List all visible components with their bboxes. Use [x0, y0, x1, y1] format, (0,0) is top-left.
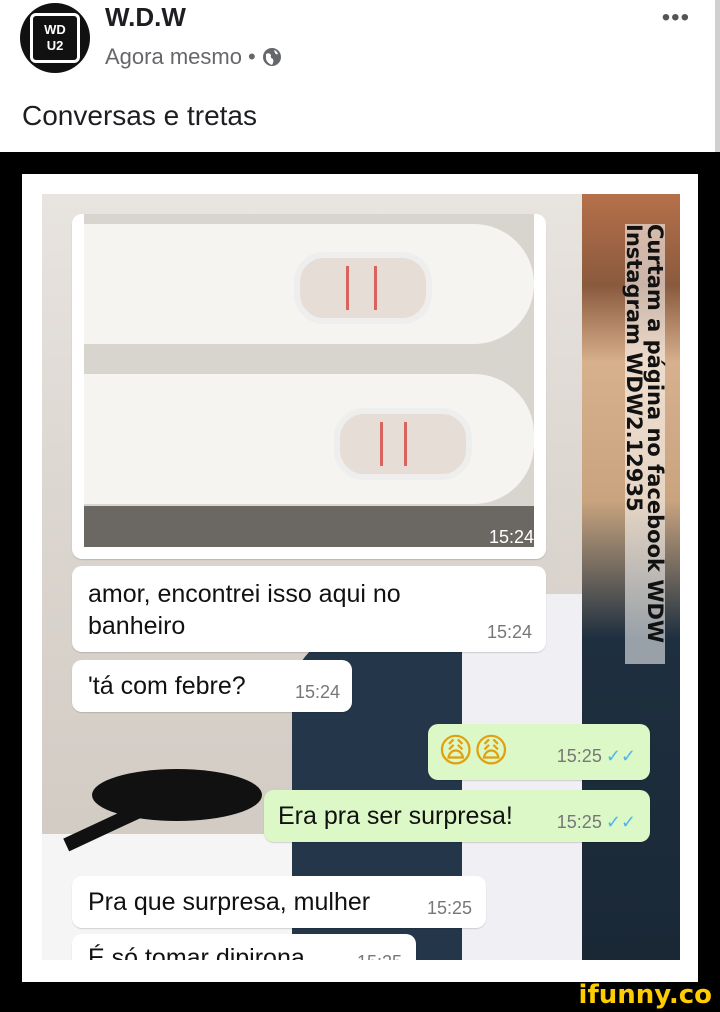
- meta-separator: •: [247, 44, 256, 69]
- logo-text-top: WD: [44, 22, 66, 37]
- test-line: [404, 422, 407, 466]
- post-image-frame: 15:24 amor, encontrei isso aqui no banhe…: [0, 152, 720, 1012]
- message-text: Pra que surpresa, mulher: [88, 888, 371, 916]
- logo-text-bottom: U2: [46, 38, 64, 53]
- photo-border: 15:24 amor, encontrei isso aqui no banhe…: [22, 174, 698, 982]
- image-timestamp: 15:24: [488, 527, 534, 547]
- message-bubble-in[interactable]: 'tá com febre? 15:24: [72, 660, 352, 712]
- test-line: [374, 266, 377, 310]
- watermark-line-1: Curtam a página no facebook WDW: [643, 224, 667, 644]
- test-shadow: [84, 506, 534, 547]
- message-text: É só tomar dipirona: [88, 944, 305, 960]
- message-bubble-out[interactable]: 😩😩 15:25 ✓✓: [428, 724, 650, 780]
- message-text: Era pra ser surpresa!: [278, 802, 513, 830]
- post-caption: Conversas e tretas: [22, 100, 257, 131]
- tired-face-emoji: 😩😩: [438, 731, 509, 771]
- message-text: amor, encontrei isso aqui no: [88, 580, 401, 608]
- message-time-value: 15:25: [556, 746, 602, 766]
- message-time-value: 15:25: [556, 812, 602, 832]
- test-window: [334, 408, 472, 480]
- test-window: [294, 252, 432, 324]
- message-time: 15:24: [294, 682, 340, 702]
- message-time: 15:25 ✓✓: [557, 746, 636, 767]
- message-bubble-in[interactable]: amor, encontrei isso aqui no banheiro 15…: [72, 566, 546, 652]
- message-time: 15:25: [426, 898, 472, 918]
- pregnancy-test-top: [84, 224, 534, 344]
- pregnancy-test-bottom: [84, 374, 534, 504]
- message-text: banheiro: [88, 612, 186, 640]
- scrollbar[interactable]: [715, 0, 720, 152]
- page-logo: WD U2: [30, 13, 80, 63]
- watermark-line-2: Instagram WDW2.12935: [622, 224, 646, 512]
- message-bubble-in[interactable]: Pra que surpresa, mulher 15:25: [72, 876, 486, 928]
- message-text: 'tá com febre?: [88, 672, 246, 700]
- message-time: 15:25 ✓✓: [557, 812, 636, 833]
- test-line: [380, 422, 383, 466]
- post-timestamp[interactable]: Agora mesmo: [105, 44, 242, 70]
- pregnancy-tests-image: [84, 214, 534, 547]
- read-ticks-icon: ✓✓: [605, 812, 636, 832]
- post-meta: Agora mesmo •: [105, 44, 282, 70]
- page-avatar[interactable]: WD U2: [20, 3, 90, 73]
- message-time: 15:25: [357, 952, 402, 960]
- image-message-bubble[interactable]: 15:24: [72, 214, 546, 559]
- page-name[interactable]: W.D.W: [105, 2, 186, 33]
- message-time: 15:24: [486, 622, 532, 642]
- ifunny-logo: ifunny.co: [578, 980, 712, 1010]
- message-bubble-in[interactable]: É só tomar dipirona 15:25: [72, 934, 416, 960]
- read-ticks-icon: ✓✓: [605, 746, 636, 766]
- globe-icon: [262, 48, 281, 66]
- post-header: WD U2 W.D.W Agora mesmo • ••• Conversas …: [0, 0, 720, 152]
- message-bubble-out[interactable]: Era pra ser surpresa! 15:25 ✓✓: [264, 790, 650, 842]
- watermark-text: Curtam a página no facebook WDW Instagra…: [622, 224, 667, 664]
- test-line: [346, 266, 349, 310]
- chat-screenshot-photo[interactable]: 15:24 amor, encontrei isso aqui no banhe…: [42, 194, 680, 960]
- more-options-icon[interactable]: •••: [662, 4, 690, 32]
